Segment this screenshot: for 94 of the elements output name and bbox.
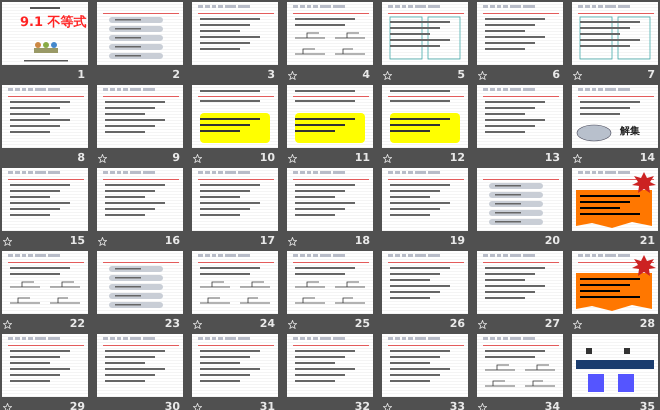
slide-thumbnail[interactable] xyxy=(2,251,88,314)
slide-thumbnail[interactable] xyxy=(97,168,183,231)
slide-number: 28 xyxy=(640,316,655,332)
slide-number: 8 xyxy=(77,150,85,166)
slide-title: 9.1 不等式 xyxy=(20,16,87,29)
slide-number: 15 xyxy=(70,232,85,249)
slide-thumbnail[interactable] xyxy=(382,2,468,65)
slide-number: 1 xyxy=(77,66,85,83)
animation-star-icon[interactable] xyxy=(383,70,392,80)
animation-star-icon[interactable] xyxy=(98,154,107,162)
slide-number: 22 xyxy=(70,316,85,332)
slide-thumbnail[interactable] xyxy=(477,334,563,397)
slide-number: 6 xyxy=(552,66,560,83)
animation-star-icon[interactable] xyxy=(288,320,297,328)
animation-star-icon[interactable] xyxy=(573,320,582,328)
slide-thumbnail[interactable] xyxy=(192,85,278,148)
slide-number: 32 xyxy=(354,398,370,410)
slide-thumbnail[interactable] xyxy=(97,85,183,148)
people-drawing xyxy=(34,42,58,53)
animation-star-icon[interactable] xyxy=(478,320,487,328)
animation-star-icon[interactable] xyxy=(288,154,297,162)
slide-number: 35 xyxy=(640,398,655,410)
slide-thumbnail[interactable] xyxy=(382,168,468,231)
slide-thumbnail[interactable] xyxy=(2,168,88,231)
animation-star-icon[interactable] xyxy=(3,236,12,246)
slide-thumbnail[interactable] xyxy=(382,334,468,397)
slide-number: 7 xyxy=(647,66,655,83)
slide-thumbnail[interactable] xyxy=(382,85,468,148)
slide-number: 13 xyxy=(544,150,560,166)
slide-thumbnail[interactable] xyxy=(382,251,468,314)
animation-star-icon[interactable] xyxy=(573,154,582,162)
slide-number: 19 xyxy=(450,232,465,249)
slide-thumbnail[interactable] xyxy=(2,334,88,397)
slide-number: 11 xyxy=(354,150,370,166)
slide-number: 10 xyxy=(260,150,275,166)
slide-thumbnail[interactable] xyxy=(97,251,183,314)
slide-thumbnail[interactable]: 解集 xyxy=(572,85,658,148)
slide-thumbnail[interactable] xyxy=(287,85,373,148)
slide-thumbnail[interactable] xyxy=(192,251,278,314)
slide-thumbnail[interactable] xyxy=(477,251,563,314)
slide-number: 18 xyxy=(354,232,370,249)
slide-thumbnail[interactable] xyxy=(287,251,373,314)
slide-thumbnail[interactable] xyxy=(572,334,658,397)
slide-thumbnail[interactable]: 9.1 不等式 xyxy=(2,2,88,65)
slide-thumbnail[interactable] xyxy=(477,85,563,148)
slide-number: 30 xyxy=(164,398,180,410)
animation-star-icon[interactable] xyxy=(98,236,107,246)
slide-number: 24 xyxy=(260,316,275,332)
slide-number: 34 xyxy=(544,398,560,410)
slide-number: 17 xyxy=(260,232,275,249)
slide-number: 16 xyxy=(164,232,180,249)
slide-thumbnail[interactable] xyxy=(287,2,373,65)
slide-number: 5 xyxy=(457,66,465,83)
slide-number: 23 xyxy=(164,316,180,332)
slide-number: 26 xyxy=(450,316,465,332)
animation-star-icon[interactable] xyxy=(383,154,392,162)
animation-star-icon[interactable] xyxy=(383,402,392,410)
slide-thumbnail[interactable] xyxy=(477,168,563,231)
slide-thumbnail[interactable] xyxy=(287,334,373,397)
animation-star-icon[interactable] xyxy=(3,402,12,410)
animation-star-icon[interactable] xyxy=(478,402,487,410)
slide-number: 3 xyxy=(267,66,275,83)
slide-thumbnail[interactable] xyxy=(572,2,658,65)
slide-number: 14 xyxy=(640,150,655,166)
slide-number: 25 xyxy=(354,316,370,332)
slide-thumbnail[interactable] xyxy=(572,251,658,314)
slide-thumbnail[interactable] xyxy=(2,85,88,148)
slide-thumbnail[interactable] xyxy=(192,168,278,231)
slide-thumbnail[interactable] xyxy=(97,2,183,65)
slide-thumbnail[interactable] xyxy=(572,168,658,231)
slide-number: 33 xyxy=(450,398,465,410)
slide-number: 31 xyxy=(260,398,275,410)
slide-number: 2 xyxy=(172,66,180,83)
animation-star-icon[interactable] xyxy=(288,70,297,80)
slide-number: 4 xyxy=(362,66,370,83)
slide-thumbnail[interactable] xyxy=(287,168,373,231)
slide-title: 解集 xyxy=(620,127,640,137)
slide-thumbnail[interactable] xyxy=(192,334,278,397)
slide-thumbnail[interactable] xyxy=(97,334,183,397)
slide-thumbnail[interactable] xyxy=(192,2,278,65)
animation-star-icon[interactable] xyxy=(573,70,582,80)
slide-number: 20 xyxy=(544,232,560,249)
animation-star-icon[interactable] xyxy=(3,320,12,328)
slide-number: 27 xyxy=(544,316,560,332)
animation-star-icon[interactable] xyxy=(478,70,487,80)
slide-number: 29 xyxy=(70,398,85,410)
animation-star-icon[interactable] xyxy=(288,236,297,246)
slide-number: 21 xyxy=(640,232,655,249)
animation-star-icon[interactable] xyxy=(193,402,202,410)
slide-number: 12 xyxy=(450,150,465,166)
animation-star-icon[interactable] xyxy=(193,320,202,328)
slide-thumbnail[interactable] xyxy=(477,2,563,65)
slide-number: 9 xyxy=(172,150,180,166)
animation-star-icon[interactable] xyxy=(193,154,202,162)
